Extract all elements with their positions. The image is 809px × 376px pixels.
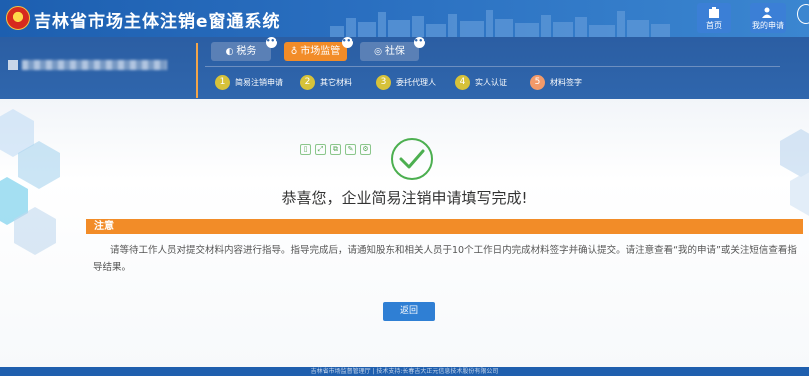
tab-tax[interactable]: ◐ 税务 ••• (211, 37, 279, 61)
partial-header-icon[interactable] (797, 4, 809, 24)
city-skyline-decoration (330, 10, 670, 37)
edit-icon[interactable]: ✎ (345, 144, 356, 155)
account-icon (8, 60, 18, 70)
step-label: 委托代理人 (396, 77, 436, 87)
step-number: 4 (455, 74, 470, 90)
copy-icon[interactable]: ⧉ (330, 144, 341, 155)
delete-icon[interactable]: ▯ (300, 144, 311, 155)
step-number: 1 (215, 74, 230, 90)
my-applications-button[interactable]: 我的申请 (750, 3, 786, 33)
expand-icon[interactable]: ⤢ (315, 144, 326, 155)
site-title: 吉林省市场主体注销e窗通系统 (34, 12, 281, 32)
settings-icon[interactable]: ⚙ (360, 144, 371, 155)
step-number: 5 (530, 74, 545, 90)
step-label: 材料签字 (550, 77, 582, 87)
step-label: 其它材料 (320, 77, 352, 87)
hexagon-decoration (780, 129, 809, 177)
tab-underline (205, 66, 780, 67)
more-icon[interactable]: ••• (342, 37, 355, 48)
tax-icon: ◐ (225, 47, 234, 57)
step-agent[interactable]: 3 委托代理人 (376, 73, 436, 91)
step-label: 实人认证 (475, 77, 507, 87)
user-icon (762, 7, 772, 18)
home-icon (709, 7, 719, 18)
tab-tax-label: 税务 (236, 46, 257, 57)
tab-social-label: 社保 (384, 46, 405, 57)
process-nav: ◐ 税务 ••• ♁ 市场监管 ••• ◎ 社保 ••• 1 简易注销申请 2 其它材… (0, 37, 809, 99)
market-icon: ♁ (290, 47, 298, 57)
notice-header: 注意 (86, 219, 803, 234)
step-label: 简易注销申请 (235, 77, 283, 87)
national-emblem-icon (6, 6, 30, 30)
tab-market-supervision[interactable]: ♁ 市场监管 ••• (284, 37, 355, 61)
home-button[interactable]: 首页 (697, 3, 731, 33)
tab-market-label: 市场监管 (300, 46, 341, 57)
main-content: ▯ ⤢ ⧉ ✎ ⚙ 恭喜您，企业简易注销申请填写完成! 注意 请等待工作人员对提… (0, 99, 809, 367)
step-sign-materials[interactable]: 5 材料签字 (530, 73, 582, 91)
step-simple-cancellation[interactable]: 1 简易注销申请 (215, 73, 283, 91)
more-icon[interactable]: ••• (414, 37, 427, 48)
success-check-icon (391, 138, 433, 180)
action-toolbar: ▯ ⤢ ⧉ ✎ ⚙ (300, 144, 372, 156)
step-number: 3 (376, 74, 391, 90)
step-number: 2 (300, 74, 315, 90)
my-applications-label: 我的申请 (752, 21, 784, 30)
app-header: 吉林省市场主体注销e窗通系统 首页 我的申请 (0, 0, 809, 37)
home-label: 首页 (706, 21, 722, 30)
notice-body: 请等待工作人员对提交材料内容进行指导。指导完成后，请通知股东和相关人员于10个工… (93, 245, 797, 273)
nav-divider (196, 43, 198, 98)
step-identity-verification[interactable]: 4 实人认证 (455, 73, 507, 91)
success-message: 恭喜您，企业简易注销申请填写完成! (281, 189, 528, 207)
back-button[interactable]: 返回 (383, 302, 435, 321)
footer: 吉林省市场监督管理厅 | 技术支持:长春吉大正元信息技术股份有限公司 (0, 367, 809, 376)
step-other-materials[interactable]: 2 其它材料 (300, 73, 352, 91)
more-icon[interactable]: ••• (266, 37, 279, 48)
social-icon: ◎ (374, 47, 382, 57)
redacted-user-name (22, 60, 167, 70)
tab-social-security[interactable]: ◎ 社保 ••• (360, 37, 427, 61)
